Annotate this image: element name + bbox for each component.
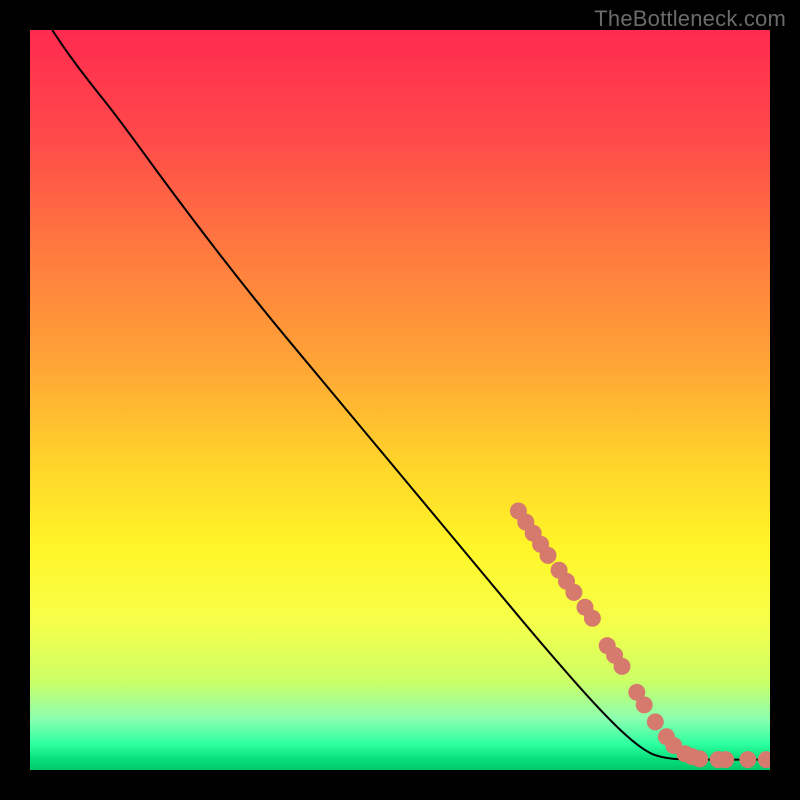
data-marker: [717, 751, 734, 768]
data-marker: [739, 751, 756, 768]
watermark-text: TheBottleneck.com: [594, 6, 786, 32]
plot-area: [30, 30, 770, 770]
data-marker: [691, 750, 708, 767]
chart-stage: TheBottleneck.com: [0, 0, 800, 800]
data-marker: [614, 658, 631, 675]
data-marker: [540, 547, 557, 564]
data-marker: [584, 610, 601, 627]
gradient-background: [30, 30, 770, 770]
data-marker: [636, 696, 653, 713]
data-marker: [647, 713, 664, 730]
chart-svg: [30, 30, 770, 770]
data-marker: [565, 584, 582, 601]
